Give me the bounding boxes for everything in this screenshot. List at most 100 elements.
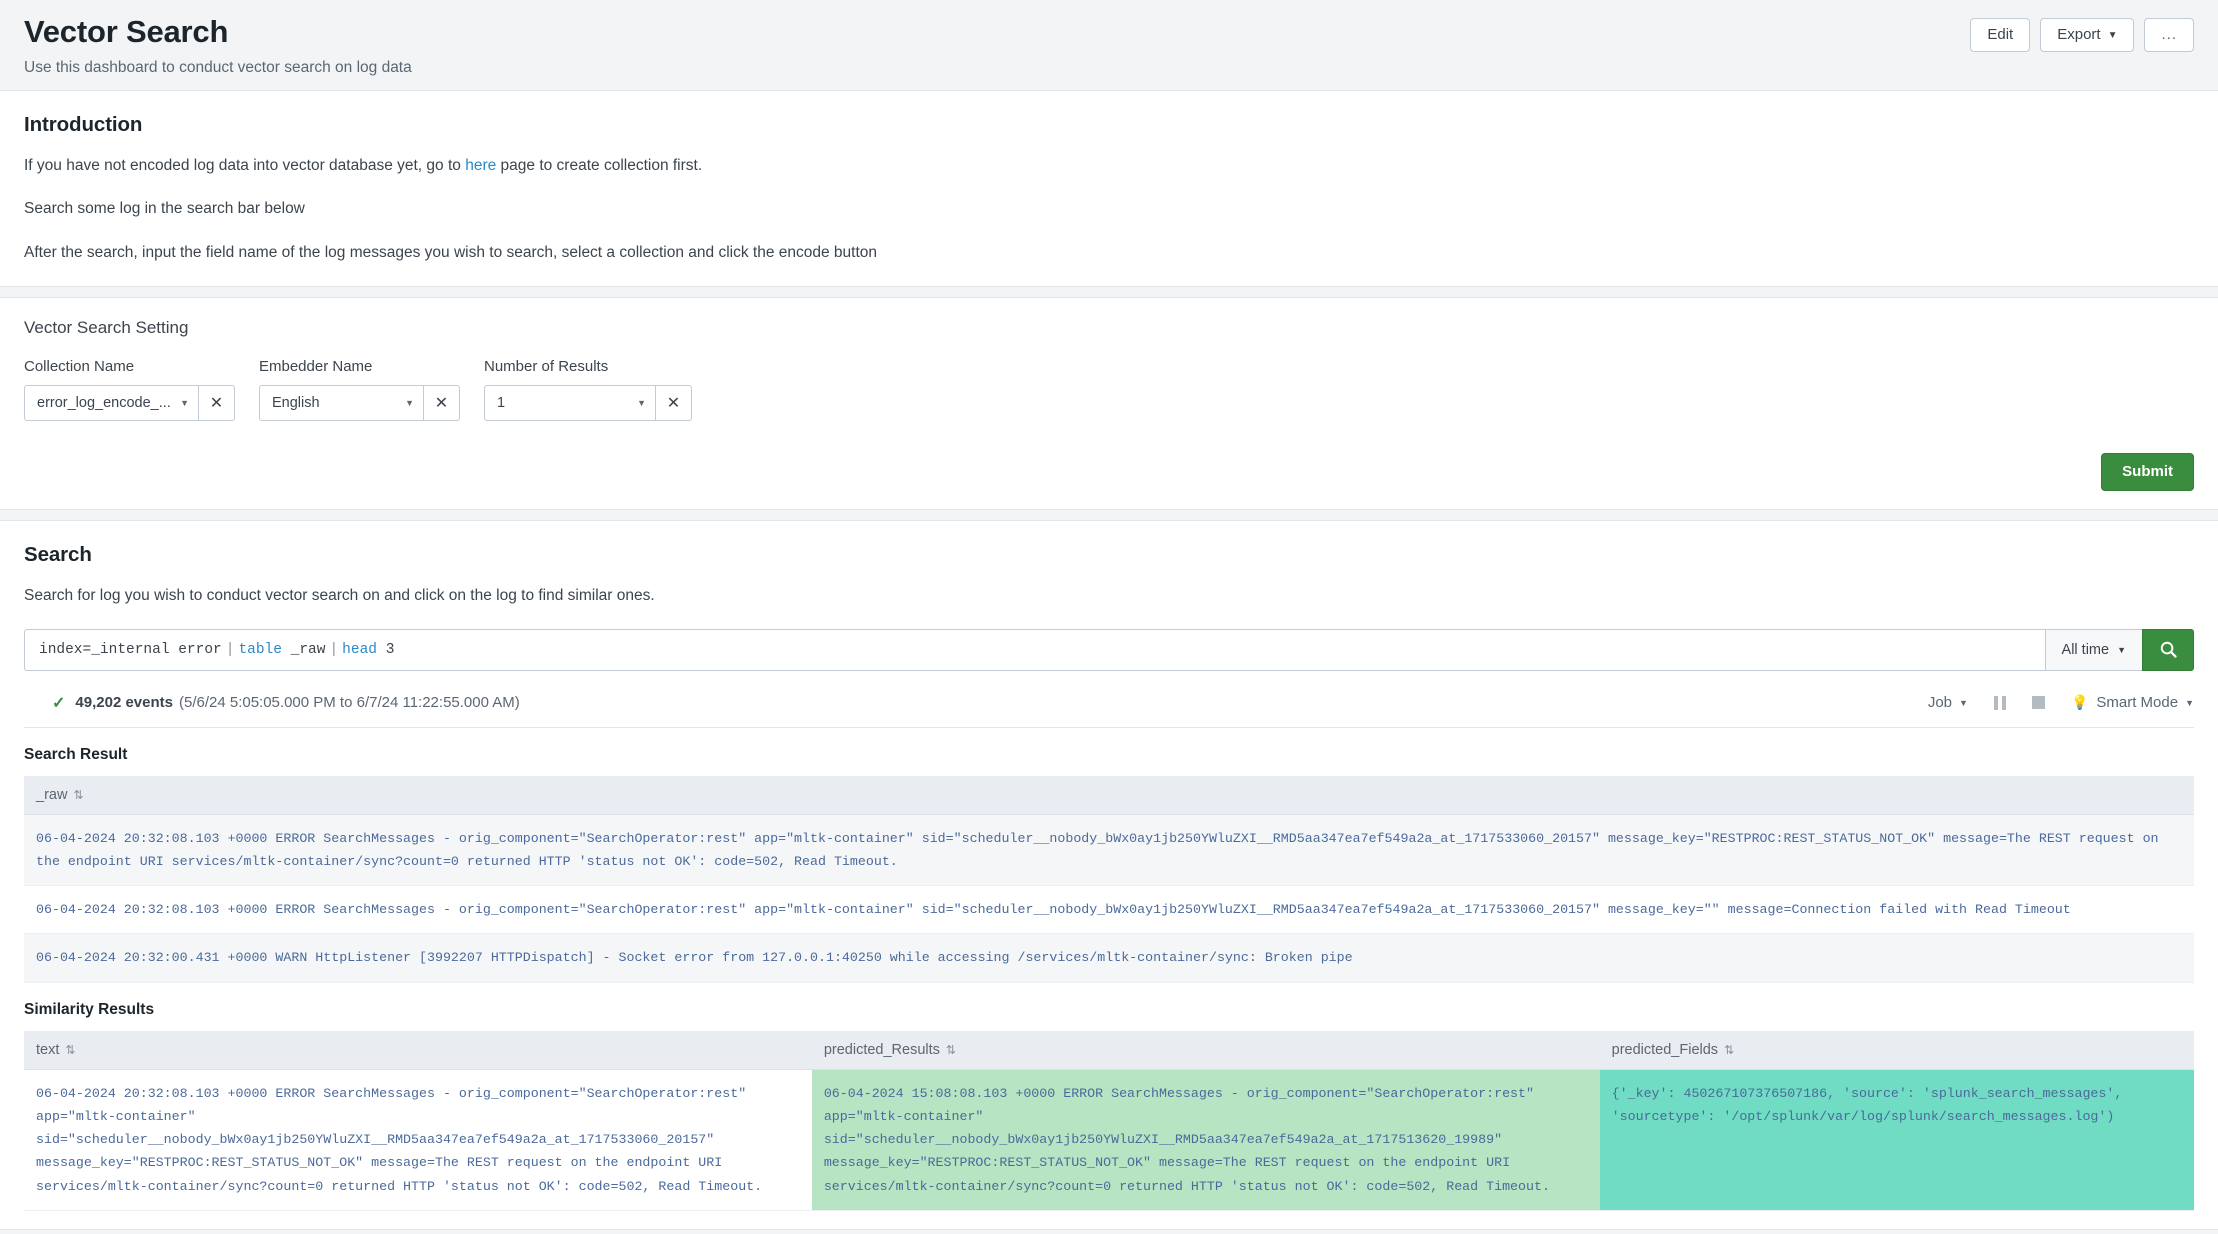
search-query-pipe-1: | <box>225 641 235 658</box>
dashboard-page: Vector Search Use this dashboard to cond… <box>0 0 2218 1234</box>
search-mode-selector[interactable]: 💡 Smart Mode ▼ <box>2071 694 2194 711</box>
similarity-column-predicted-fields-label: predicted_Fields <box>1611 1041 1719 1058</box>
intro-line1-after: page to create collection first. <box>496 156 703 174</box>
chevron-down-icon: ▼ <box>2185 697 2194 708</box>
search-query-command-head: head <box>342 641 377 658</box>
submit-row: Submit <box>24 452 2194 491</box>
events-summary: ✓ 49,202 events (5/6/24 5:05:05.000 PM t… <box>52 693 520 713</box>
search-result-column-raw[interactable]: _raw ⇅ <box>24 775 2194 815</box>
similarity-results-head: text ⇅ predicted_Results ⇅ predicted_Field… <box>24 1030 2194 1070</box>
introduction-title: Introduction <box>24 112 143 136</box>
similarity-column-text-label: text <box>36 1041 60 1058</box>
edit-button[interactable]: Edit <box>1970 18 2031 52</box>
number-of-results-clear-button[interactable]: ✕ <box>656 384 692 421</box>
similarity-column-text[interactable]: text ⇅ <box>24 1030 812 1070</box>
table-row[interactable]: 06-04-2024 20:32:08.103 +0000 ERROR Sear… <box>24 885 2194 935</box>
collection-name-field: Collection Name error_log_encode_... ▼ ✕ <box>24 358 235 421</box>
export-label: Export <box>2057 26 2101 43</box>
introduction-line-1: If you have not encoded log data into ve… <box>24 155 2194 177</box>
pause-button[interactable] <box>1993 695 2006 710</box>
export-button[interactable]: Export ▼ <box>2040 18 2135 52</box>
chevron-down-icon: ▼ <box>1959 697 1968 708</box>
number-of-results-value: 1 <box>497 394 506 411</box>
embedder-name-label: Embedder Name <box>259 357 373 375</box>
chevron-down-icon: ▼ <box>2107 30 2118 41</box>
similarity-cell-predicted-results: 06-04-2024 15:08:08.103 +0000 ERROR Sear… <box>811 1069 1600 1211</box>
sort-icon: ⇅ <box>65 1042 76 1057</box>
search-input[interactable]: index=_internal error | table _raw | hea… <box>24 628 2045 671</box>
time-range-label: All time <box>2061 641 2110 658</box>
introduction-panel: Introduction If you have not encoded log… <box>0 90 2218 287</box>
search-result-cell: 06-04-2024 20:32:08.103 +0000 ERROR Sear… <box>24 814 2194 887</box>
collection-name-controls: error_log_encode_... ▼ ✕ <box>24 384 235 421</box>
settings-form-row: Collection Name error_log_encode_... ▼ ✕… <box>24 358 2194 421</box>
similarity-results-header-row: text ⇅ predicted_Results ⇅ predicted_Field… <box>24 1030 2194 1070</box>
embedder-name-value: English <box>272 394 320 411</box>
introduction-line-3: After the search, input the field name o… <box>24 244 877 262</box>
search-icon <box>2160 641 2177 658</box>
events-count: 49,202 events <box>75 694 173 712</box>
dashboard-body: Introduction If you have not encoded log… <box>0 90 2218 1234</box>
collection-name-label: Collection Name <box>24 357 135 375</box>
embedder-name-select[interactable]: English ▼ <box>259 384 424 421</box>
chevron-down-icon: ▼ <box>2117 644 2126 655</box>
time-range-picker[interactable]: All time ▼ <box>2044 628 2142 671</box>
search-result-head: _raw ⇅ <box>24 775 2194 815</box>
page-title: Vector Search <box>24 14 229 49</box>
vector-search-setting-panel: Vector Search Setting Collection Name er… <box>0 296 2218 510</box>
collection-name-value: error_log_encode_... <box>37 394 171 411</box>
similarity-column-predicted-results[interactable]: predicted_Results ⇅ <box>811 1030 1600 1070</box>
search-query-arg-count: 3 <box>385 641 395 658</box>
chevron-down-icon: ▼ <box>180 397 189 408</box>
search-result-title: Search Result <box>24 745 128 763</box>
sort-icon: ⇅ <box>73 787 84 802</box>
search-result-header-row: _raw ⇅ <box>24 775 2194 815</box>
submit-button[interactable]: Submit <box>2101 452 2194 491</box>
similarity-results-table: text ⇅ predicted_Results ⇅ predicted_Field… <box>24 1030 2194 1211</box>
similarity-cell-predicted-fields: {'_key': 450267107376507186, 'source': '… <box>1599 1069 2194 1211</box>
job-menu-button[interactable]: Job ▼ <box>1928 694 1968 711</box>
similarity-cell-text: 06-04-2024 20:32:08.103 +0000 ERROR Sear… <box>24 1069 812 1211</box>
number-of-results-select[interactable]: 1 ▼ <box>484 384 656 421</box>
search-query-command-table: table <box>238 641 282 658</box>
introduction-line-2: Search some log in the search bar below <box>24 200 305 218</box>
check-icon: ✓ <box>52 694 66 712</box>
stop-icon <box>2031 696 2045 710</box>
search-bar: index=_internal error | table _raw | hea… <box>24 628 2194 671</box>
number-of-results-controls: 1 ▼ ✕ <box>484 384 692 421</box>
header-text-block: Vector Search Use this dashboard to cond… <box>24 14 412 78</box>
embedder-name-clear-button[interactable]: ✕ <box>424 384 460 421</box>
similarity-column-predicted-fields[interactable]: predicted_Fields ⇅ <box>1599 1030 2194 1070</box>
search-description: Search for log you wish to conduct vecto… <box>24 586 655 604</box>
search-result-cell: 06-04-2024 20:32:00.431 +0000 WARN HttpL… <box>24 933 2194 983</box>
search-result-body: 06-04-2024 20:32:08.103 +0000 ERROR Sear… <box>24 814 2194 983</box>
events-time-span: (5/6/24 5:05:05.000 PM to 6/7/24 11:22:5… <box>178 694 520 712</box>
more-options-button[interactable]: ... <box>2144 18 2194 52</box>
search-title: Search <box>24 542 92 566</box>
similarity-results-title: Similarity Results <box>24 1000 155 1018</box>
table-row[interactable]: 06-04-2024 20:32:08.103 +0000 ERROR Sear… <box>24 814 2194 887</box>
search-submit-button[interactable] <box>2142 628 2194 671</box>
dashboard-header: Vector Search Use this dashboard to cond… <box>0 0 2218 91</box>
search-result-column-label: _raw <box>36 786 68 803</box>
sort-icon: ⇅ <box>945 1042 956 1057</box>
intro-line1-before: If you have not encoded log data into ve… <box>24 156 466 174</box>
search-result-cell: 06-04-2024 20:32:08.103 +0000 ERROR Sear… <box>24 885 2194 935</box>
sort-icon: ⇅ <box>1724 1042 1735 1057</box>
search-query-part-1: index=_internal error <box>39 641 222 658</box>
header-actions: Edit Export ▼ ... <box>1970 14 2194 52</box>
table-row[interactable]: 06-04-2024 20:32:00.431 +0000 WARN HttpL… <box>24 933 2194 983</box>
collection-name-select[interactable]: error_log_encode_... ▼ <box>24 384 199 421</box>
search-panel: Search Search for log you wish to conduc… <box>0 519 2218 1230</box>
similarity-column-predicted-results-label: predicted_Results <box>823 1041 940 1058</box>
job-status-row: ✓ 49,202 events (5/6/24 5:05:05.000 PM t… <box>24 691 2194 728</box>
lightbulb-icon: 💡 <box>2070 694 2089 711</box>
table-row[interactable]: 06-04-2024 20:32:08.103 +0000 ERROR Sear… <box>24 1069 2194 1211</box>
here-link[interactable]: here <box>465 157 496 174</box>
job-menu-label: Job <box>1927 694 1953 712</box>
stop-button[interactable] <box>2031 696 2045 710</box>
chevron-down-icon: ▼ <box>405 397 414 408</box>
embedder-name-controls: English ▼ ✕ <box>259 384 460 421</box>
pause-icon <box>1993 695 2006 710</box>
collection-name-clear-button[interactable]: ✕ <box>199 384 235 421</box>
